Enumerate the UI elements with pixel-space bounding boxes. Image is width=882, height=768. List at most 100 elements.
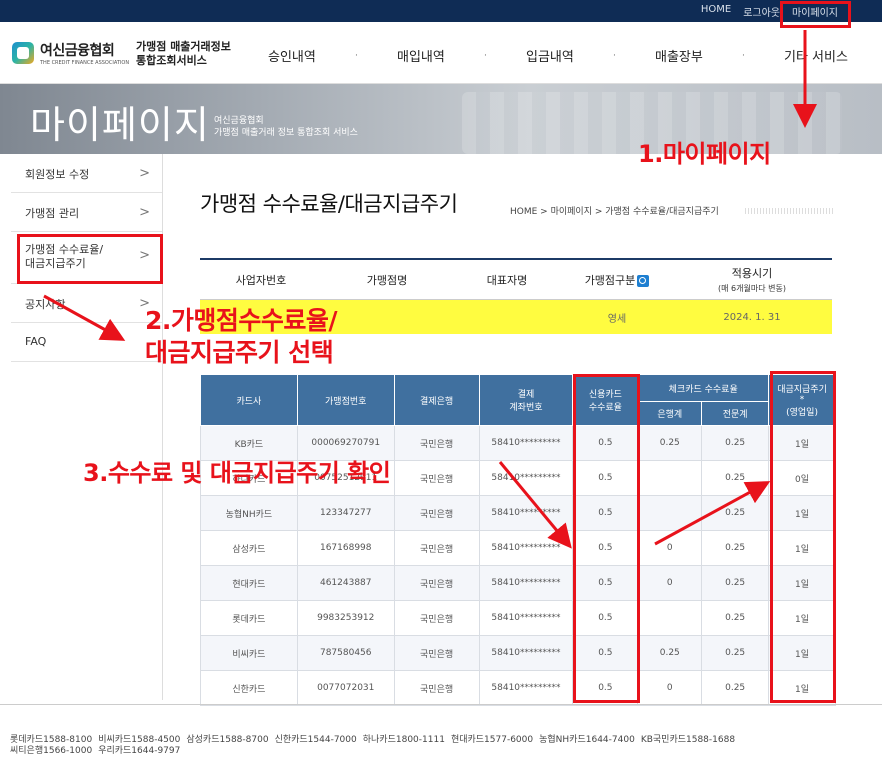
page-title: 가맹점 수수료율/대금지급주기 bbox=[200, 192, 458, 216]
annotation-step2: 2.가맹점수수료율/ 대금지급주기 선택 bbox=[145, 306, 338, 367]
nav-approval[interactable]: 승인내역 bbox=[268, 46, 316, 65]
table-row: 롯데카드 9983253912 국민은행 58410********* 0.5 0.25 1… bbox=[200, 600, 836, 636]
cell-check-b: 0.25 bbox=[701, 600, 770, 636]
nav-deposit[interactable]: 입금내역 bbox=[526, 46, 574, 65]
cell-bank: 국민은행 bbox=[393, 635, 480, 671]
sidebar-item-member-info[interactable]: 회원정보 수정 > bbox=[11, 154, 162, 193]
breadcrumb: HOME > 마이페이지 > 가맹점 수수료율/대금지급주기 bbox=[510, 207, 719, 217]
footer-contact: 우리카드1644-9797 bbox=[98, 746, 181, 756]
cell-card: 신한카드 bbox=[200, 670, 298, 706]
cell-merchant: 167168998 bbox=[296, 530, 395, 566]
table-row: 신한카드 0077072031 국민은행 58410********* 0.5 0 0.25… bbox=[200, 670, 836, 706]
footer-contact: KB국민카드1588-1688 bbox=[640, 735, 736, 745]
cell-check-a: 0 bbox=[637, 670, 703, 706]
logo-title: 여신금융협회 bbox=[40, 43, 115, 59]
cell-bank: 국민은행 bbox=[393, 600, 480, 636]
cell-bank: 국민은행 bbox=[393, 670, 480, 706]
cell-account: 58410********* bbox=[478, 600, 574, 636]
cell-check-b: 0.25 bbox=[701, 530, 770, 566]
logo-subtitle: THE CREDIT FINANCE ASSOCIATION bbox=[40, 60, 130, 66]
col-apply-date: 적용시기 (매 6개월마다 변동) bbox=[718, 267, 786, 293]
cell-check-a: 0 bbox=[637, 565, 703, 601]
sidebar-item-notice[interactable]: 공지사항 > bbox=[11, 284, 162, 323]
cell-account: 58410********* bbox=[478, 495, 574, 531]
cell-card: 롯데카드 bbox=[200, 600, 298, 636]
nav-separator: · bbox=[612, 50, 616, 61]
cell-card: 농협NH카드 bbox=[200, 495, 298, 531]
col-merchant-number: 가맹점번호 bbox=[296, 374, 395, 426]
cell-check-b: 0.25 bbox=[701, 460, 770, 496]
footer-contact: 삼성카드1588-8700 bbox=[186, 735, 269, 745]
cell-bank: 국민은행 bbox=[393, 565, 480, 601]
site-logo[interactable]: 여신금융협회 THE CREDIT FINANCE ASSOCIATION bbox=[12, 40, 129, 66]
breadcrumb-rule bbox=[745, 208, 833, 214]
footer-contact: 신한카드1544-7000 bbox=[274, 735, 357, 745]
cell-check-b: 0.25 bbox=[701, 635, 770, 671]
annotation-box-sidebar bbox=[17, 234, 163, 284]
annotation-box-credit-fee bbox=[573, 374, 640, 703]
nav-separator: · bbox=[741, 50, 745, 61]
cell-account: 58410********* bbox=[478, 425, 574, 461]
nav-other-services[interactable]: 기타 서비스 bbox=[784, 46, 848, 65]
footer-contact: 현대카드1577-6000 bbox=[450, 735, 534, 745]
main-nav: 승인내역 · 매입내역 · 입금내역 · 매출장부 · 기타 서비스 bbox=[268, 46, 848, 65]
cell-check-b: 0.25 bbox=[701, 425, 770, 461]
logout-link[interactable]: 로그아웃 bbox=[743, 4, 780, 19]
col-card-company: 카드사 bbox=[200, 374, 298, 426]
nav-separator: · bbox=[483, 50, 487, 61]
cell-check-a: 0.25 bbox=[637, 635, 703, 671]
ceo-name-value bbox=[452, 300, 562, 334]
nav-ledger[interactable]: 매출장부 bbox=[655, 46, 703, 65]
cell-check-a: 0 bbox=[637, 530, 703, 566]
cell-account: 58410********* bbox=[478, 635, 574, 671]
store-type-value: 영세 bbox=[607, 313, 627, 325]
cell-check-b: 0.25 bbox=[701, 565, 770, 601]
breadcrumb-current: 가맹점 수수료율/대금지급주기 bbox=[605, 207, 719, 217]
banner-subtitle: 여신금융협회 가맹점 매출거래 정보 통합조회 서비스 bbox=[214, 116, 358, 138]
footer-contact: 비씨카드1588-4500 bbox=[98, 735, 181, 745]
cell-check-b: 0.25 bbox=[701, 495, 770, 531]
footer-contact: 하나카드1800-1111 bbox=[362, 735, 445, 745]
cell-bank: 국민은행 bbox=[393, 495, 480, 531]
nav-purchase[interactable]: 매입내역 bbox=[397, 46, 445, 65]
cell-check-a bbox=[637, 460, 703, 496]
cell-check-a bbox=[637, 495, 703, 531]
breadcrumb-home[interactable]: HOME bbox=[510, 207, 537, 217]
footer-contact: 씨티은행1566-1000 bbox=[10, 746, 93, 756]
col-ceo-name: 대표자명 bbox=[486, 273, 528, 287]
sidebar-item-faq[interactable]: FAQ bbox=[11, 323, 162, 362]
chevron-right-icon: > bbox=[139, 205, 150, 220]
cell-account: 58410********* bbox=[478, 530, 574, 566]
breadcrumb-mypage[interactable]: 마이페이지 bbox=[551, 207, 592, 217]
footer-contact: 롯데카드1588-8100 bbox=[10, 735, 93, 745]
cell-bank: 국민은행 bbox=[393, 460, 480, 496]
annotation-box-mypage bbox=[780, 1, 851, 28]
annotation-step3: 3.수수료 및 대금지급주기 확인 bbox=[83, 459, 391, 487]
col-check-bank: 은행계 bbox=[637, 401, 703, 426]
home-link[interactable]: HOME bbox=[701, 4, 731, 19]
cell-card: 비씨카드 bbox=[200, 635, 298, 671]
col-account: 결제 계좌번호 bbox=[478, 374, 574, 426]
footer-contact-line: 씨티은행1566-1000 우리카드1644-9797 bbox=[10, 746, 882, 757]
cell-merchant: 9983253912 bbox=[296, 600, 395, 636]
cell-bank: 국민은행 bbox=[393, 530, 480, 566]
col-store-name: 가맹점명 bbox=[366, 273, 408, 287]
logo-icon bbox=[12, 42, 34, 64]
table-row: 비씨카드 787580456 국민은행 58410********* 0.5 0.25 0.… bbox=[200, 635, 836, 671]
cell-account: 58410********* bbox=[478, 670, 574, 706]
banner-title: 마이페이지 bbox=[30, 103, 210, 147]
footer-contact-line: 롯데카드1588-8100 비씨카드1588-4500 삼성카드1588-8700 신… bbox=[10, 735, 882, 746]
store-info-header: 사업자번호 가맹점명 대표자명 가맹점구분 적용시기 (매 6개월마다 변동) bbox=[200, 260, 832, 300]
col-business-number: 사업자번호 bbox=[235, 273, 287, 287]
footer-contacts: 롯데카드1588-8100 비씨카드1588-4500 삼성카드1588-8700 신… bbox=[0, 704, 882, 757]
fee-table: 카드사 가맹점번호 결제은행 결제 계좌번호 신용카드 수수료율 체크카드 수수료율… bbox=[200, 374, 836, 706]
table-row: 현대카드 461243887 국민은행 58410********* 0.5 0 0.25 1… bbox=[200, 565, 836, 601]
cell-card: 현대카드 bbox=[200, 565, 298, 601]
search-icon[interactable] bbox=[637, 274, 650, 287]
sidebar-item-store-management[interactable]: 가맹점 관리 > bbox=[11, 193, 162, 232]
table-row: 삼성카드 167168998 국민은행 58410********* 0.5 0 0.25 1… bbox=[200, 530, 836, 566]
top-utility-bar: HOME 로그아웃 마이페이지 bbox=[0, 0, 882, 22]
cell-merchant: 0077072031 bbox=[296, 670, 395, 706]
cell-check-a bbox=[637, 600, 703, 636]
cell-account: 58410********* bbox=[478, 460, 574, 496]
